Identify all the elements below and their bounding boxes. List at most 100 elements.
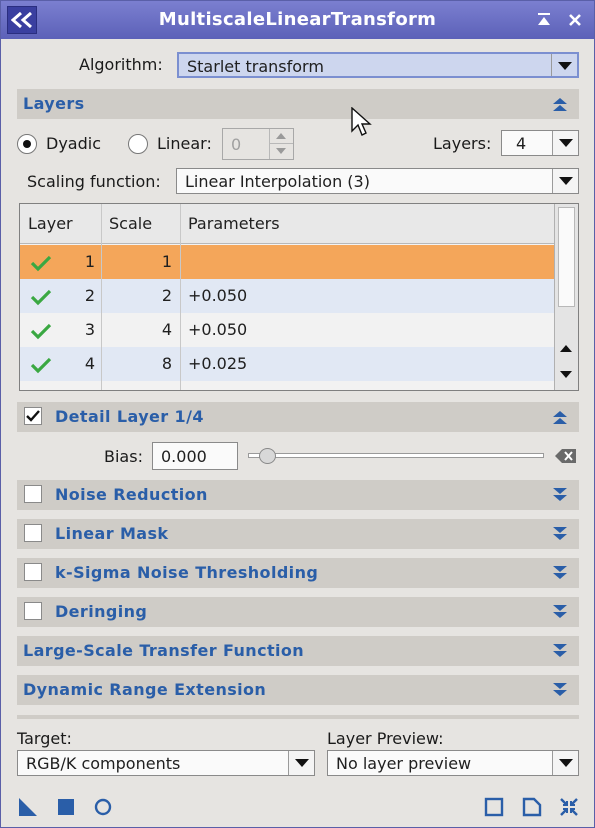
bias-slider[interactable]	[248, 448, 544, 464]
layers-table[interactable]: Layer Scale Parameters 1 1 2 2 +0.050 3 …	[19, 203, 579, 391]
chevron-down-icon	[552, 169, 578, 193]
scale-cell: 1	[161, 252, 172, 271]
layer-cell: 4	[84, 354, 95, 373]
check-icon[interactable]	[30, 254, 52, 272]
new-instance-icon[interactable]	[17, 796, 39, 818]
spin-buttons[interactable]	[269, 129, 293, 159]
linear-mask-title: Linear Mask	[55, 524, 169, 543]
column-header-layer[interactable]: Layer	[28, 214, 73, 233]
column-divider	[180, 204, 181, 390]
scaling-function-value: Linear Interpolation (3)	[185, 172, 370, 191]
deringing-title: Deringing	[55, 602, 148, 621]
mouse-cursor-icon	[351, 107, 372, 136]
noise-reduction-checkbox[interactable]	[24, 485, 42, 503]
scaling-function-label: Scaling function:	[27, 172, 161, 191]
lstf-section-header[interactable]: Large-Scale Transfer Function	[17, 636, 579, 666]
target-select[interactable]: RGB/K components	[17, 750, 315, 776]
expand-icon[interactable]	[551, 564, 569, 582]
expand-icon[interactable]	[551, 681, 569, 699]
deringing-section-header[interactable]: Deringing	[17, 597, 579, 627]
close-icon[interactable]	[563, 9, 587, 31]
ksigma-checkbox[interactable]	[24, 563, 42, 581]
lstf-title: Large-Scale Transfer Function	[23, 641, 305, 660]
layer-preview-select[interactable]: No layer preview	[327, 750, 579, 776]
linear-spinbox[interactable]: 0	[222, 128, 294, 160]
table-scrollbar[interactable]	[554, 204, 578, 390]
shade-icon[interactable]	[532, 9, 556, 31]
check-icon[interactable]	[30, 356, 52, 374]
detail-layer-checkbox[interactable]	[24, 407, 42, 425]
apply-global-icon[interactable]	[55, 796, 77, 818]
expand-icon[interactable]	[551, 603, 569, 621]
algorithm-label: Algorithm:	[79, 55, 163, 74]
process-window: MultiscaleLinearTransform Algorithm: Sta…	[0, 0, 595, 828]
column-header-scale[interactable]: Scale	[109, 214, 152, 233]
layers-label: Layers:	[433, 134, 492, 153]
collapse-icon[interactable]	[551, 95, 569, 113]
column-divider	[101, 204, 102, 390]
dyadic-radio[interactable]	[17, 134, 37, 154]
scrollbar-thumb[interactable]	[558, 207, 575, 307]
layer-cell: 1	[84, 252, 95, 271]
linear-mask-checkbox[interactable]	[24, 524, 42, 542]
chevron-down-icon	[552, 751, 578, 775]
linear-mask-section-header[interactable]: Linear Mask	[17, 519, 579, 549]
scroll-down-icon[interactable]	[560, 371, 572, 378]
deringing-checkbox[interactable]	[24, 602, 42, 620]
algorithm-value: Starlet transform	[187, 57, 324, 76]
detail-layer-section-header[interactable]: Detail Layer 1/4	[17, 402, 579, 432]
bias-value: 0.000	[161, 447, 207, 466]
linear-label: Linear:	[157, 134, 212, 153]
check-icon[interactable]	[30, 288, 52, 306]
reset-icon[interactable]	[554, 447, 578, 465]
layers-section-header[interactable]: Layers	[17, 89, 579, 119]
detail-layer-title: Detail Layer 1/4	[55, 407, 204, 426]
scaling-function-select[interactable]: Linear Interpolation (3)	[176, 168, 579, 194]
layers-section-title: Layers	[23, 94, 85, 113]
collapse-icon[interactable]	[551, 408, 569, 426]
noise-reduction-title: Noise Reduction	[55, 485, 208, 504]
layer-cell: 3	[84, 320, 95, 339]
bias-input[interactable]: 0.000	[152, 442, 238, 470]
target-label: Target:	[17, 729, 72, 748]
expand-icon[interactable]	[551, 642, 569, 660]
scale-cell: 8	[161, 354, 172, 373]
scale-cell: 2	[161, 286, 172, 305]
chevron-down-icon	[288, 751, 314, 775]
title-bar[interactable]: MultiscaleLinearTransform	[1, 1, 594, 39]
divider	[17, 715, 579, 719]
parameters-cell: +0.025	[188, 354, 248, 373]
expand-icon[interactable]	[551, 486, 569, 504]
bias-label: Bias:	[104, 447, 143, 466]
noise-reduction-section-header[interactable]: Noise Reduction	[17, 480, 579, 510]
window-title: MultiscaleLinearTransform	[158, 9, 437, 30]
dyadic-label: Dyadic	[46, 134, 101, 153]
edit-instance-icon[interactable]	[521, 796, 543, 818]
browse-documentation-icon[interactable]	[483, 796, 505, 818]
parameters-cell: +0.050	[188, 286, 248, 305]
layer-preview-label: Layer Preview:	[327, 729, 444, 748]
column-header-parameters[interactable]: Parameters	[188, 214, 280, 233]
dre-title: Dynamic Range Extension	[23, 680, 267, 699]
layers-count-value: 4	[516, 134, 527, 153]
check-icon[interactable]	[30, 322, 52, 340]
target-value: RGB/K components	[26, 754, 181, 773]
real-time-preview-icon[interactable]	[92, 796, 114, 818]
scroll-up-icon[interactable]	[560, 345, 572, 352]
chevron-down-icon	[551, 54, 577, 76]
layer-preview-value: No layer preview	[336, 754, 472, 773]
ksigma-title: k-Sigma Noise Thresholding	[55, 563, 319, 582]
slider-handle[interactable]	[259, 448, 276, 464]
dre-section-header[interactable]: Dynamic Range Extension	[17, 675, 579, 705]
ksigma-section-header[interactable]: k-Sigma Noise Thresholding	[17, 558, 579, 588]
linear-value: 0	[231, 135, 242, 154]
algorithm-select[interactable]: Starlet transform	[177, 52, 579, 78]
linear-radio[interactable]	[128, 134, 148, 154]
checkmark-icon	[26, 410, 40, 422]
expand-icon[interactable]	[551, 525, 569, 543]
slider-track	[248, 453, 544, 458]
chevron-down-icon	[552, 131, 578, 155]
layers-count-select[interactable]: 4	[501, 130, 579, 156]
parameters-cell: +0.050	[188, 320, 248, 339]
reset-instance-icon[interactable]	[558, 796, 580, 818]
